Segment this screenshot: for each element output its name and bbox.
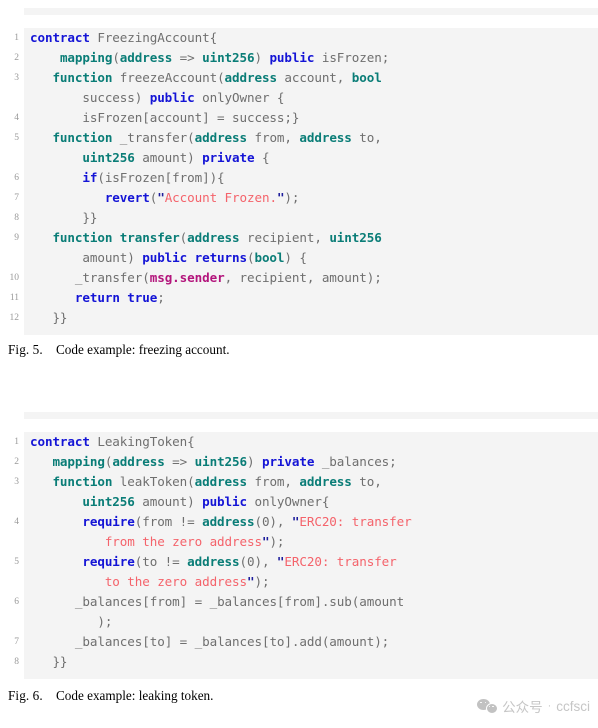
code-line: 5 function _transfer(address from, addre… [0,128,598,168]
figure-5-label: Fig. 5. [8,342,43,357]
code-line: 6 _balances[from] = _balances[from].sub(… [0,592,598,632]
code-listing-figure-5: 1 contract FreezingAccount{ 2 mapping(ad… [0,8,598,348]
figure-5-caption: Fig. 5. Code example: freezing account. [8,342,230,358]
line-number: 8 [0,208,24,228]
line-number: 3 [0,472,24,492]
line-number: 12 [0,308,24,328]
code-line: 7 _balances[to] = _balances[to].add(amou… [0,632,598,652]
code-line-content: _transfer(msg.sender, recipient, amount)… [24,268,598,288]
code-padding [24,8,598,15]
code-line: 3 function leakToken(address from, addre… [0,472,598,512]
code-line-content: }} [24,208,598,228]
line-number: 5 [0,552,24,572]
code-line: 1 contract FreezingAccount{ [0,28,598,48]
code-line-content: }} [24,652,598,672]
code-line-content: function transfer(address recipient, uin… [24,228,598,268]
line-number: 4 [0,512,24,532]
line-number: 11 [0,288,24,308]
line-number: 1 [0,432,24,452]
code-line-content: require(from != address(0), "ERC20: tran… [24,512,598,552]
code-listing-figure-6: 1 contract LeakingToken{ 2 mapping(addre… [0,412,598,692]
code-line-content: contract LeakingToken{ [24,432,598,452]
code-line-content: if(isFrozen[from]){ [24,168,598,188]
watermark: 公众号 · ccfsci [477,696,590,716]
code-listing-top-padding [0,8,598,28]
code-line-content: require(to != address(0), "ERC20: transf… [24,552,598,592]
code-padding [24,672,598,679]
line-number: 7 [0,632,24,652]
line-number: 5 [0,128,24,148]
line-number: 2 [0,452,24,472]
code-line: 3 function freezeAccount(address account… [0,68,598,108]
figure-6-caption-text: Code example: leaking token. [55,688,214,703]
code-line: 2 mapping(address => uint256) public isF… [0,48,598,68]
code-line: 7 revert("Account Frozen."); [0,188,598,208]
code-line-content: function leakToken(address from, address… [24,472,598,512]
code-line-content: return true; [24,288,598,308]
code-listing-top-padding [0,412,598,432]
watermark-separator: · [547,700,552,712]
line-number: 8 [0,652,24,672]
code-line: 5 require(to != address(0), "ERC20: tran… [0,552,598,592]
line-number: 2 [0,48,24,68]
line-number: 1 [0,28,24,48]
code-line: 4 require(from != address(0), "ERC20: tr… [0,512,598,552]
code-padding [24,328,598,335]
code-line-content: function _transfer(address from, address… [24,128,598,168]
line-number: 6 [0,168,24,188]
code-line-content: mapping(address => uint256) public isFro… [24,48,598,68]
figure-6-label: Fig. 6. [8,688,43,703]
code-line: 9 function transfer(address recipient, u… [0,228,598,268]
code-line-content: _balances[from] = _balances[from].sub(am… [24,592,598,632]
code-padding [24,412,598,419]
wechat-icon [477,698,499,714]
code-line: 2 mapping(address => uint256) private _b… [0,452,598,472]
code-line-content: mapping(address => uint256) private _bal… [24,452,598,472]
code-line: 1 contract LeakingToken{ [0,432,598,452]
code-line: 8 }} [0,208,598,228]
code-line-content: contract FreezingAccount{ [24,28,598,48]
line-number: 10 [0,268,24,288]
watermark-label: 公众号 [502,700,543,715]
code-line: 8 }} [0,652,598,672]
line-number: 9 [0,228,24,248]
code-line: 11 return true; [0,288,598,308]
code-line: 6 if(isFrozen[from]){ [0,168,598,188]
line-number: 3 [0,68,24,88]
line-number: 6 [0,592,24,612]
line-number: 7 [0,188,24,208]
code-line-content: _balances[to] = _balances[to].add(amount… [24,632,598,652]
watermark-account: ccfsci [556,698,590,714]
figure-6-caption: Fig. 6. Code example: leaking token. [8,688,213,704]
code-line: 12 }} [0,308,598,328]
code-line-content: function freezeAccount(address account, … [24,68,598,108]
code-line: 10 _transfer(msg.sender, recipient, amou… [0,268,598,288]
line-number: 4 [0,108,24,128]
code-line-content: isFrozen[account] = success;} [24,108,598,128]
code-line-content: }} [24,308,598,328]
figure-5-caption-text: Code example: freezing account. [55,342,230,357]
code-line: 4 isFrozen[account] = success;} [0,108,598,128]
code-line-content: revert("Account Frozen."); [24,188,598,208]
